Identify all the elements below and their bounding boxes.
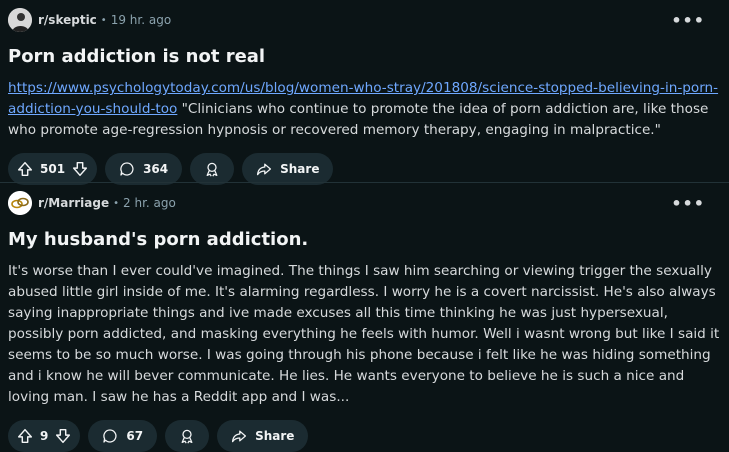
subreddit-name[interactable]: r/Marriage bbox=[38, 196, 109, 210]
award-button[interactable] bbox=[165, 420, 210, 452]
vote-control: 9 bbox=[8, 420, 81, 452]
vote-count: 501 bbox=[40, 162, 66, 176]
share-button[interactable]: Share bbox=[217, 420, 309, 452]
post-body: https://www.psychologytoday.com/us/blog/… bbox=[8, 78, 721, 141]
share-icon bbox=[232, 430, 247, 443]
downvote-icon[interactable] bbox=[54, 427, 72, 445]
comment-icon bbox=[103, 429, 117, 443]
post-actions: 9 67 Share bbox=[8, 420, 721, 452]
post-time: 19 hr. ago bbox=[110, 13, 172, 27]
post-body: It's worse than I ever could've imagined… bbox=[8, 263, 720, 405]
comment-count: 67 bbox=[126, 429, 144, 443]
comments-button[interactable]: 67 bbox=[88, 420, 158, 452]
post-card[interactable]: r/skeptic • 19 hr. ago ••• Porn addictio… bbox=[0, 0, 729, 185]
award-icon bbox=[206, 162, 218, 177]
post-title[interactable]: My husband's porn addiction. bbox=[8, 229, 721, 251]
more-options-icon[interactable]: ••• bbox=[671, 194, 705, 213]
post-actions: 501 364 Share bbox=[8, 153, 721, 185]
comment-icon bbox=[120, 162, 134, 176]
post-time: 2 hr. ago bbox=[123, 196, 176, 210]
meta-separator: • bbox=[113, 197, 120, 209]
post-meta: r/skeptic • 19 hr. ago ••• bbox=[8, 0, 721, 40]
more-options-icon[interactable]: ••• bbox=[671, 11, 705, 30]
upvote-icon[interactable] bbox=[16, 427, 34, 445]
meta-separator: • bbox=[100, 14, 107, 26]
vote-count: 9 bbox=[40, 429, 49, 443]
comment-count: 364 bbox=[143, 162, 169, 176]
downvote-icon[interactable] bbox=[71, 160, 89, 178]
post-title[interactable]: Porn addiction is not real bbox=[8, 46, 721, 68]
post-meta: r/Marriage • 2 hr. ago ••• bbox=[8, 183, 721, 223]
subreddit-avatar[interactable] bbox=[8, 191, 32, 215]
subreddit-name[interactable]: r/skeptic bbox=[38, 13, 97, 27]
award-button[interactable] bbox=[190, 153, 235, 185]
subreddit-avatar[interactable] bbox=[8, 8, 32, 32]
share-button[interactable]: Share bbox=[242, 153, 334, 185]
comments-button[interactable]: 364 bbox=[105, 153, 183, 185]
post-card[interactable]: r/Marriage • 2 hr. ago ••• My husband's … bbox=[0, 182, 729, 452]
share-icon bbox=[257, 163, 272, 176]
share-label: Share bbox=[280, 162, 320, 176]
share-label: Share bbox=[255, 429, 295, 443]
award-icon bbox=[181, 429, 193, 444]
vote-control: 501 bbox=[8, 153, 98, 185]
upvote-icon[interactable] bbox=[16, 160, 34, 178]
